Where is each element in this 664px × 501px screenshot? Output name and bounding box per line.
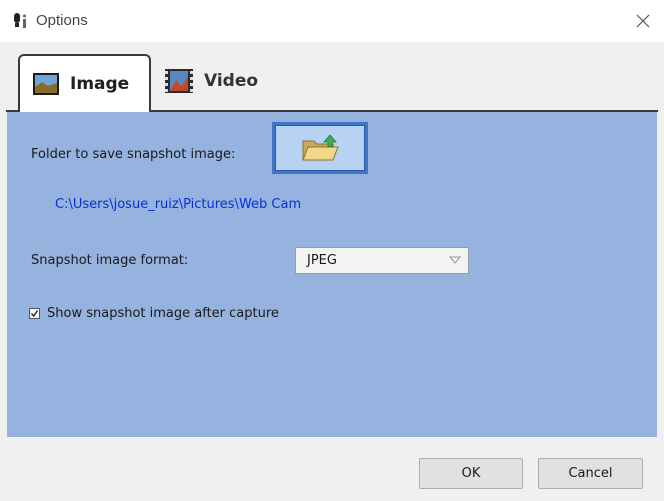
options-dialog: Options Image Video Folder to save snaps… [0, 0, 664, 501]
tab-video-label: Video [204, 71, 259, 91]
show-after-capture-checkbox[interactable] [29, 308, 40, 319]
format-label: Snapshot image format: [31, 253, 189, 268]
tab-image[interactable]: Image [18, 54, 151, 112]
checkmark-icon [30, 310, 39, 318]
folder-path: C:\Users\josue_ruiz\Pictures\Web Cam [55, 197, 302, 212]
show-after-capture-label: Show snapshot image after capture [47, 306, 279, 321]
format-selected-value: JPEG [307, 253, 337, 268]
folder-upload-icon [302, 134, 339, 161]
chevron-down-icon [449, 256, 461, 264]
film-icon [165, 69, 193, 93]
tab-image-label: Image [70, 74, 130, 94]
window-title: Options [36, 12, 88, 29]
tab-video[interactable]: Video [164, 66, 258, 96]
show-after-capture-row: Show snapshot image after capture [29, 306, 279, 321]
folder-label: Folder to save snapshot image: [31, 147, 236, 162]
close-icon [636, 14, 650, 28]
title-bar: Options [0, 0, 664, 42]
app-icon [14, 13, 26, 28]
image-settings-panel: Folder to save snapshot image: C:\Users\… [7, 112, 657, 437]
close-button[interactable] [628, 6, 658, 36]
browse-folder-button[interactable] [272, 122, 368, 174]
format-select[interactable]: JPEG [295, 247, 469, 274]
cancel-button[interactable]: Cancel [538, 458, 643, 489]
ok-button[interactable]: OK [419, 458, 523, 489]
image-icon [33, 73, 59, 95]
